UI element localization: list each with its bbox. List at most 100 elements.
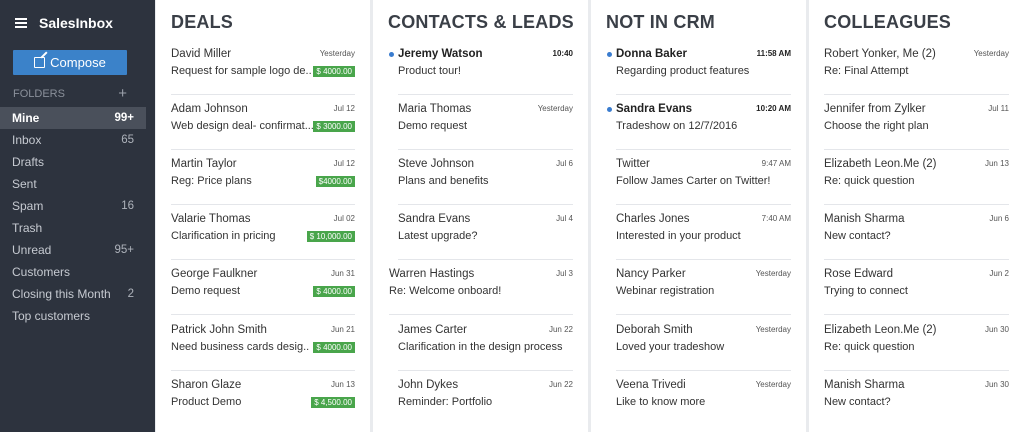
column-title: NOT IN CRM [606, 12, 715, 32]
message-card[interactable]: Twitter 9:47 AM Follow James Carter on Twi… [591, 150, 806, 205]
message-date: Jun 6 [989, 214, 1009, 223]
folder-item[interactable]: Spam 16 [0, 195, 146, 217]
compose-button[interactable]: Compose [13, 50, 127, 75]
message-date: Jun 22 [548, 325, 573, 334]
sender-name: Nancy Parker [616, 268, 686, 280]
message-card[interactable]: Nancy Parker Yesterday Webinar registratio… [591, 260, 806, 315]
folder-item[interactable]: Customers [0, 261, 146, 283]
sender-name: Jennifer from Zylker [824, 103, 926, 115]
message-subject: New contact? [824, 230, 891, 242]
message-subject: Webinar registration [616, 285, 715, 297]
message-card[interactable]: George Faulkner Jun 31 Demo request $ 4000.… [156, 260, 370, 315]
sender-name: Sandra Evans [616, 103, 693, 115]
unread-dot-icon [607, 52, 612, 57]
message-card[interactable]: Donna Baker 11:58 AM Regarding product fea… [591, 40, 806, 95]
folder-item[interactable]: Inbox 65 [0, 129, 146, 151]
divider [824, 314, 1009, 315]
message-card[interactable]: Patrick John Smith Jun 21 Need business ca… [156, 316, 370, 371]
message-card[interactable]: Sharon Glaze Jun 13 Product Demo $ 4,500.00 [156, 371, 370, 426]
folder-item[interactable]: Drafts [0, 151, 146, 173]
message-subject: Tradeshow on 12/7/2016 [616, 120, 738, 132]
message-subject: Re: Welcome onboard! [389, 285, 502, 297]
message-date: Yesterday [973, 49, 1009, 58]
menu-icon[interactable] [15, 18, 27, 28]
divider [616, 314, 791, 315]
message-subject: Like to know more [616, 396, 706, 408]
message-card[interactable]: Jeremy Watson 10:40 Product tour! [373, 40, 588, 95]
folder-label: Mine [12, 111, 40, 125]
message-date: 11:58 AM [756, 49, 791, 58]
column-title: COLLEAGUES [824, 12, 952, 32]
message-card[interactable]: Warren Hastings Jul 3 Re: Welcome onboard! [373, 260, 588, 315]
message-date: Jun 31 [330, 269, 355, 278]
message-subject: Interested in your product [616, 230, 741, 242]
message-card[interactable]: Sandra Evans 10:20 AM Tradeshow on 12/7/20… [591, 95, 806, 150]
message-subject: Loved your tradeshow [616, 341, 725, 353]
message-date: 10:20 AM [756, 104, 791, 113]
message-date: Jul 3 [556, 269, 573, 278]
message-date: 9:47 AM [761, 159, 791, 168]
message-card[interactable]: David Miller Yesterday Request for sample … [156, 40, 370, 95]
message-card[interactable]: Martin Taylor Jul 12 Reg: Price plans $4000… [156, 150, 370, 205]
message-date: Jun 13 [984, 159, 1009, 168]
sender-name: Robert Yonker, Me (2) [824, 48, 936, 60]
folder-count: 95+ [114, 244, 134, 256]
message-card[interactable]: Valarie Thomas Jul 02 Clarification in pri… [156, 205, 370, 260]
sender-name: John Dykes [398, 379, 459, 391]
message-card[interactable]: James Carter Jun 22 Clarification in the d… [373, 316, 588, 371]
message-card[interactable]: Manish Sharma Jun 6 New contact? [809, 205, 1024, 260]
sender-name: Sharon Glaze [171, 379, 242, 391]
message-date: Jun 30 [984, 380, 1009, 389]
message-subject: Product tour! [398, 65, 461, 77]
message-card[interactable]: Adam Johnson Jul 12 Web design deal- confi… [156, 95, 370, 150]
message-date: Jul 6 [556, 159, 573, 168]
message-date: Yesterday [755, 380, 791, 389]
message-date: Yesterday [537, 104, 573, 113]
sender-name: Elizabeth Leon.Me (2) [824, 324, 937, 336]
folder-item[interactable]: Trash [0, 217, 146, 239]
message-date: Jul 12 [333, 104, 355, 113]
message-card[interactable]: Deborah Smith Yesterday Loved your tradesh… [591, 316, 806, 371]
sender-name: Martin Taylor [171, 158, 237, 170]
message-date: Jun 2 [989, 269, 1009, 278]
deal-amount-badge: $ 4000.00 [313, 66, 355, 77]
add-folder-icon[interactable]: + [118, 86, 127, 101]
message-subject: Trying to connect [824, 285, 908, 297]
folder-item[interactable]: Top customers [0, 305, 146, 327]
folder-item[interactable]: Mine 99+ [0, 107, 146, 129]
compose-icon [34, 57, 46, 68]
message-card[interactable]: Manish Sharma Jun 30 New contact? [809, 371, 1024, 426]
sender-name: Twitter [616, 158, 650, 170]
message-card[interactable]: Elizabeth Leon.Me (2) Jun 13 Re: quick que… [809, 150, 1024, 205]
message-card[interactable]: Steve Johnson Jul 6 Plans and benefits [373, 150, 588, 205]
folder-label: Closing this Month [12, 287, 111, 301]
message-card[interactable]: Elizabeth Leon.Me (2) Jun 30 Re: quick que… [809, 316, 1024, 371]
folder-item[interactable]: Sent [0, 173, 146, 195]
folder-item[interactable]: Closing this Month 2 [0, 283, 146, 305]
message-card[interactable]: Veena Trivedi Yesterday Like to know more [591, 371, 806, 426]
folder-item[interactable]: Unread 95+ [0, 239, 146, 261]
message-card[interactable]: Rose Edward Jun 2 Trying to connect [809, 260, 1024, 315]
folder-count: 16 [121, 200, 134, 212]
sender-name: Warren Hastings [389, 268, 475, 280]
sender-name: Maria Thomas [398, 103, 472, 115]
sender-name: Valarie Thomas [171, 213, 251, 225]
message-date: Yesterday [755, 325, 791, 334]
message-date: Jul 02 [333, 214, 355, 223]
message-date: Jul 12 [333, 159, 355, 168]
app-title: SalesInbox [39, 15, 113, 31]
deal-amount-badge: $ 4,500.00 [311, 397, 355, 408]
message-card[interactable]: Maria Thomas Yesterday Demo request [373, 95, 588, 150]
message-subject: Web design deal- confirmat... [171, 120, 314, 132]
message-date: 10:40 [552, 49, 573, 58]
message-card[interactable]: Jennifer from Zylker Jul 11 Choose the rig… [809, 95, 1024, 150]
message-card[interactable]: John Dykes Jun 22 Reminder: Portfolio [373, 371, 588, 426]
sender-name: David Miller [171, 48, 232, 60]
message-card[interactable]: Sandra Evans Jul 4 Latest upgrade? [373, 205, 588, 260]
compose-label: Compose [50, 55, 106, 70]
message-subject: Demo request [171, 285, 241, 297]
message-card[interactable]: Robert Yonker, Me (2) Yesterday Re: Final … [809, 40, 1024, 95]
message-subject: Re: quick question [824, 341, 915, 353]
message-card[interactable]: Charles Jones 7:40 AM Interested in your p… [591, 205, 806, 260]
message-date: Jun 30 [984, 325, 1009, 334]
